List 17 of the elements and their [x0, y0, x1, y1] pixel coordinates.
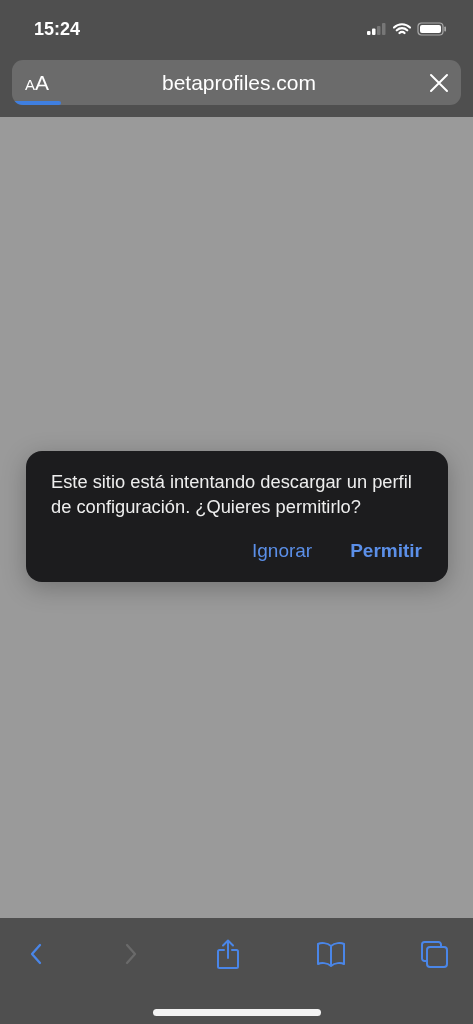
- clock-time: 15:24: [34, 18, 81, 40]
- share-icon: [215, 939, 241, 969]
- tabs-button[interactable]: [420, 939, 449, 969]
- ignore-button[interactable]: Ignorar: [252, 540, 313, 562]
- tabs-icon: [420, 939, 449, 969]
- share-button[interactable]: [215, 939, 241, 969]
- battery-icon: [417, 22, 447, 36]
- signal-icon: [367, 23, 387, 35]
- close-button[interactable]: [429, 72, 449, 93]
- book-icon: [315, 940, 346, 968]
- wifi-icon: [393, 22, 411, 36]
- url-text: betaprofiles.com: [160, 70, 318, 95]
- text-size-button[interactable]: AA: [25, 70, 50, 95]
- book-button[interactable]: [315, 940, 346, 968]
- allow-button[interactable]: Permitir: [350, 540, 422, 562]
- address-field[interactable]: AA betaprofiles.com: [12, 60, 461, 105]
- dialog-message: Este sitio está intentando descargar un perfil de configuración. ¿Quieres permitirlo?: [51, 470, 413, 519]
